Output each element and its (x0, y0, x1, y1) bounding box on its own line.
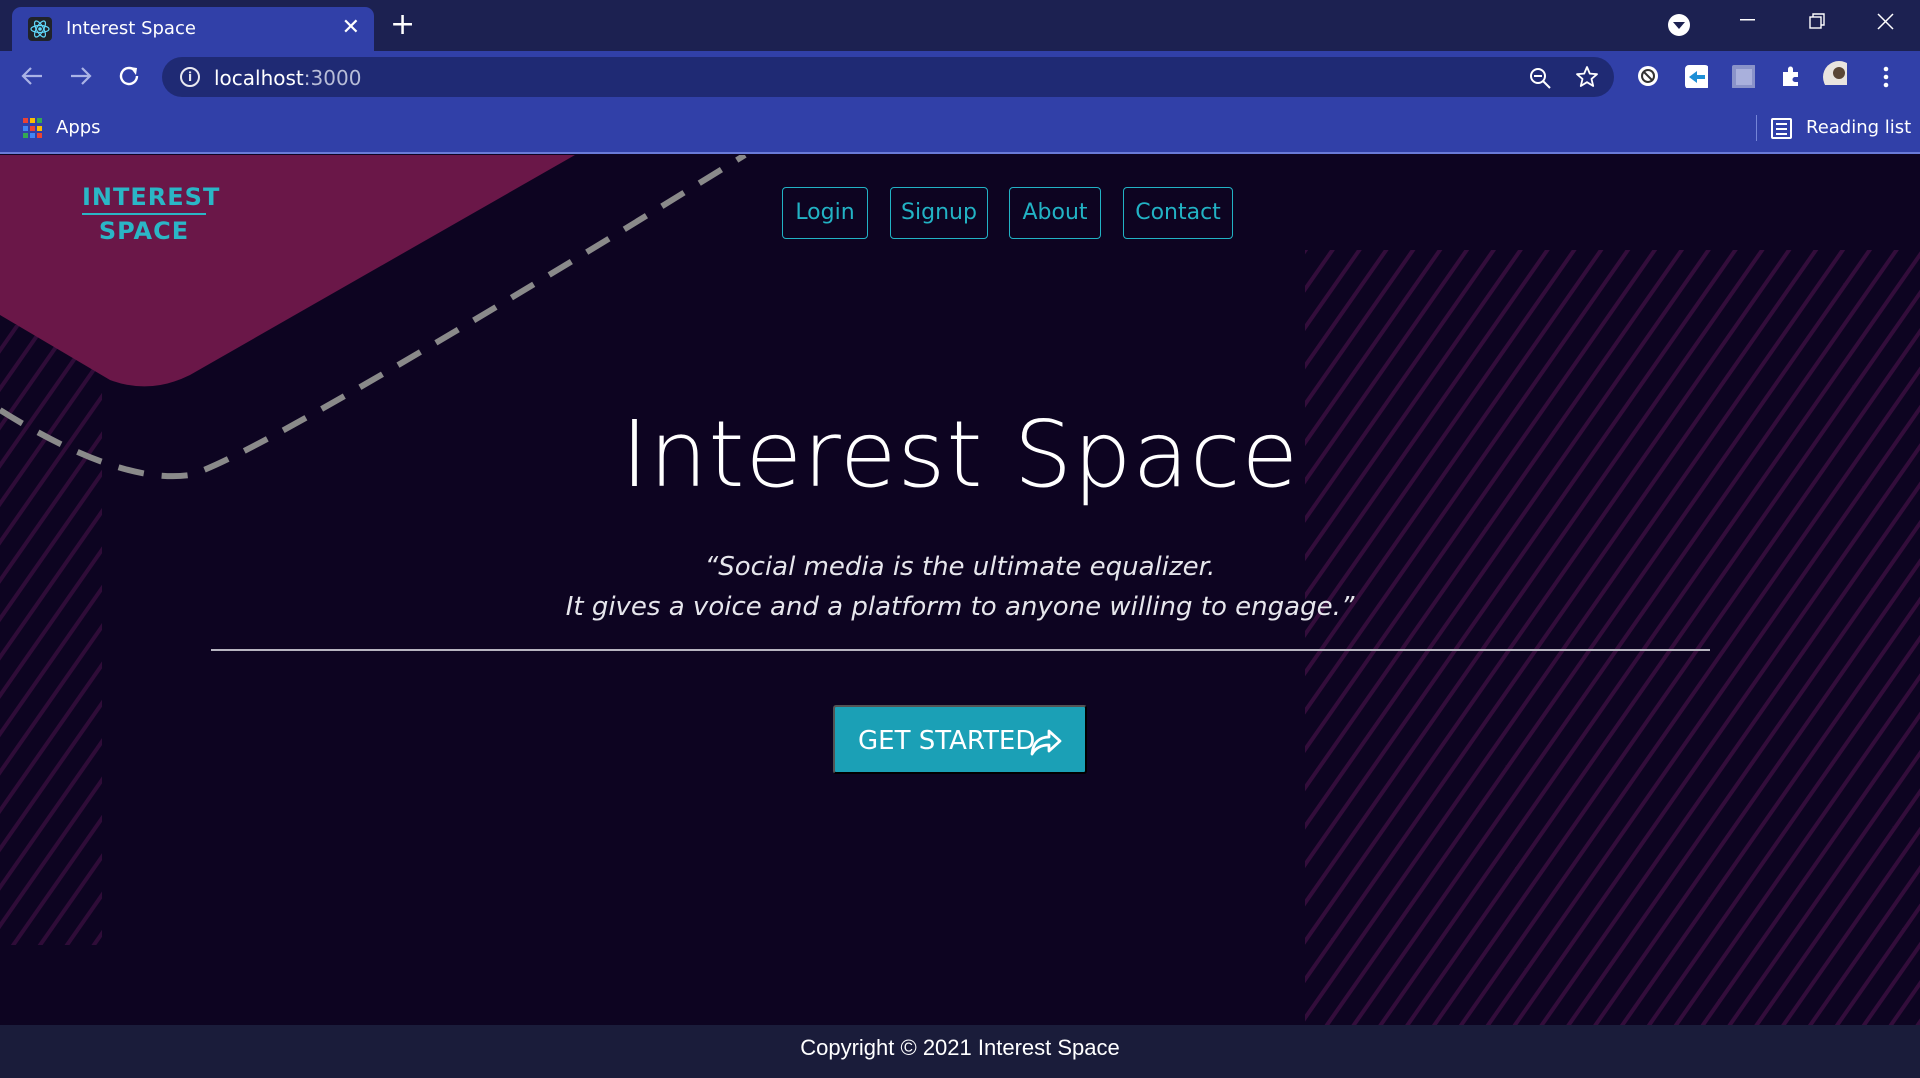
forward-icon[interactable] (69, 65, 93, 87)
get-started-label: GET STARTED (858, 726, 1036, 756)
nav-login-button[interactable]: Login (782, 187, 868, 239)
tab-search-icon[interactable] (1668, 14, 1690, 36)
new-tab-button[interactable]: + (390, 9, 415, 41)
puzzle-icon[interactable] (1779, 64, 1803, 88)
browser-toolbar: i localhost:3000 (0, 51, 1920, 103)
profile-avatar[interactable] (1823, 61, 1847, 85)
copyright-text: Copyright © 2021 Interest Space (800, 1035, 1120, 1060)
bookmark-star-icon[interactable] (1575, 65, 1599, 89)
nav-about-button[interactable]: About (1009, 187, 1101, 239)
get-started-button[interactable]: GET STARTED (833, 705, 1087, 774)
tab-close-icon[interactable]: ✕ (342, 15, 360, 41)
kebab-menu-icon[interactable] (1882, 65, 1890, 89)
bookmarks-bar: Apps Reading list (0, 103, 1920, 154)
site-logo[interactable]: INTEREST SPACE (82, 181, 219, 247)
extension-icon[interactable] (1636, 64, 1660, 88)
reading-list-button[interactable]: Reading list (1806, 117, 1911, 138)
extension-icon[interactable] (1731, 64, 1755, 88)
info-icon[interactable]: i (180, 67, 200, 87)
apps-grid-icon[interactable] (23, 118, 44, 139)
site-footer: Copyright © 2021 Interest Space (0, 1025, 1920, 1078)
extension-icon[interactable] (1684, 64, 1708, 88)
reading-list-icon[interactable] (1771, 118, 1792, 139)
close-window-icon[interactable] (1877, 13, 1894, 30)
nav-contact-button[interactable]: Contact (1123, 187, 1233, 239)
minimize-icon[interactable] (1740, 18, 1756, 22)
tab-title: Interest Space (66, 18, 196, 39)
hero-quote-line2: It gives a voice and a platform to anyon… (565, 592, 1355, 622)
bookmarks-divider (1756, 115, 1757, 141)
apps-bookmark[interactable]: Apps (56, 117, 101, 138)
address-bar[interactable]: i localhost:3000 (162, 57, 1614, 97)
reload-icon[interactable] (117, 64, 141, 88)
web-page: INTEREST SPACE Login Signup About Contac… (0, 155, 1920, 1078)
browser-tabstrip: Interest Space ✕ + (0, 0, 1920, 51)
nav-signup-button[interactable]: Signup (890, 187, 988, 239)
browser-tab[interactable]: Interest Space ✕ (12, 7, 374, 51)
hero-title: Interest Space (620, 401, 1300, 508)
hero-quote-line1: “Social media is the ultimate equalizer. (704, 552, 1216, 582)
share-arrow-icon (1030, 729, 1062, 756)
react-favicon-icon (28, 17, 52, 41)
restore-icon[interactable] (1809, 13, 1826, 30)
back-icon[interactable] (20, 65, 44, 87)
url-text[interactable]: localhost:3000 (214, 66, 361, 90)
zoom-out-icon[interactable] (1528, 66, 1552, 90)
hero-divider (211, 649, 1710, 651)
